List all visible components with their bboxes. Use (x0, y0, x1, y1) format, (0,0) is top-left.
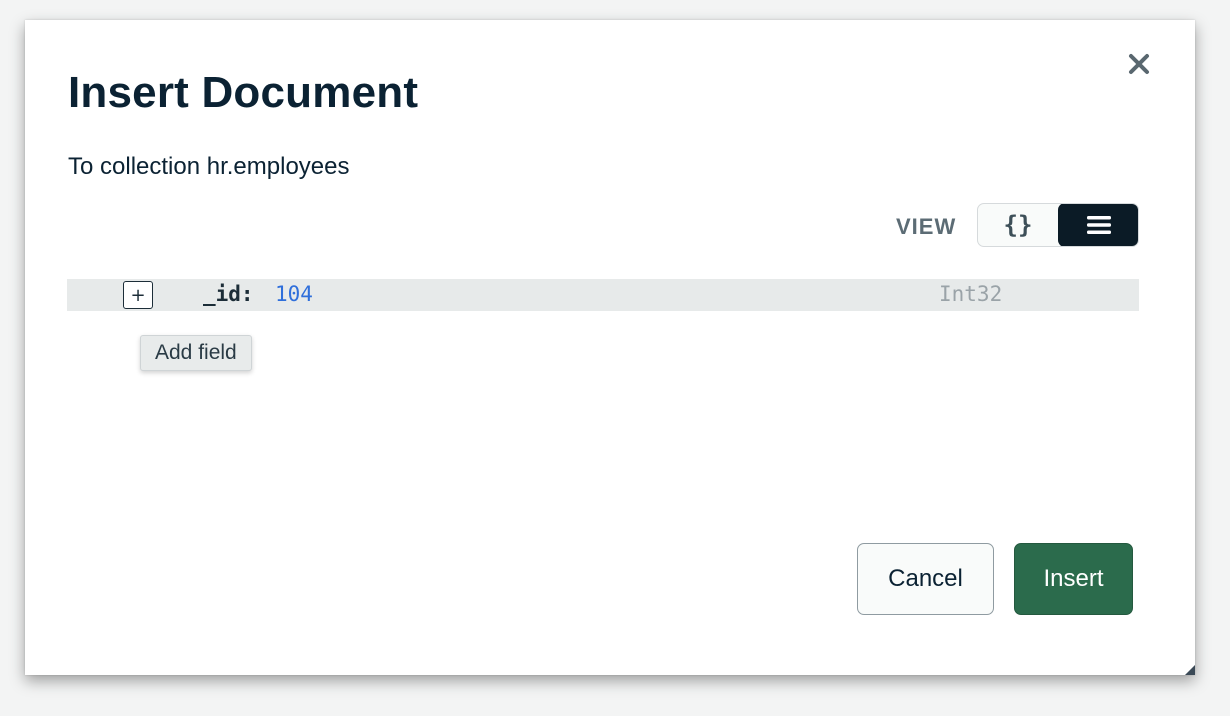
resize-corner (1185, 665, 1195, 675)
view-toggle: {} (977, 203, 1139, 247)
field-type[interactable]: Int32 (939, 282, 1002, 306)
add-field-tooltip: Add field (140, 335, 252, 371)
modal-subtitle: To collection hr.employees (68, 153, 350, 180)
json-view-button[interactable]: {} (978, 204, 1058, 246)
field-key[interactable]: _id: (203, 282, 254, 306)
list-view-button[interactable] (1058, 204, 1138, 246)
view-label: VIEW (896, 214, 957, 239)
json-braces-icon: {} (1003, 211, 1033, 239)
close-icon (1129, 54, 1149, 74)
plus-icon: + (130, 284, 146, 306)
close-button[interactable] (1126, 51, 1152, 77)
insert-document-modal: Insert Document To collection hr.employe… (25, 20, 1195, 675)
document-field-row[interactable]: + _id: 104 Int32 (67, 279, 1139, 311)
field-value[interactable]: 104 (275, 282, 313, 306)
add-field-button[interactable]: + (123, 281, 153, 309)
list-icon (1086, 216, 1111, 234)
cancel-button[interactable]: Cancel (857, 543, 994, 615)
insert-button[interactable]: Insert (1014, 543, 1133, 615)
modal-title: Insert Document (68, 68, 419, 117)
